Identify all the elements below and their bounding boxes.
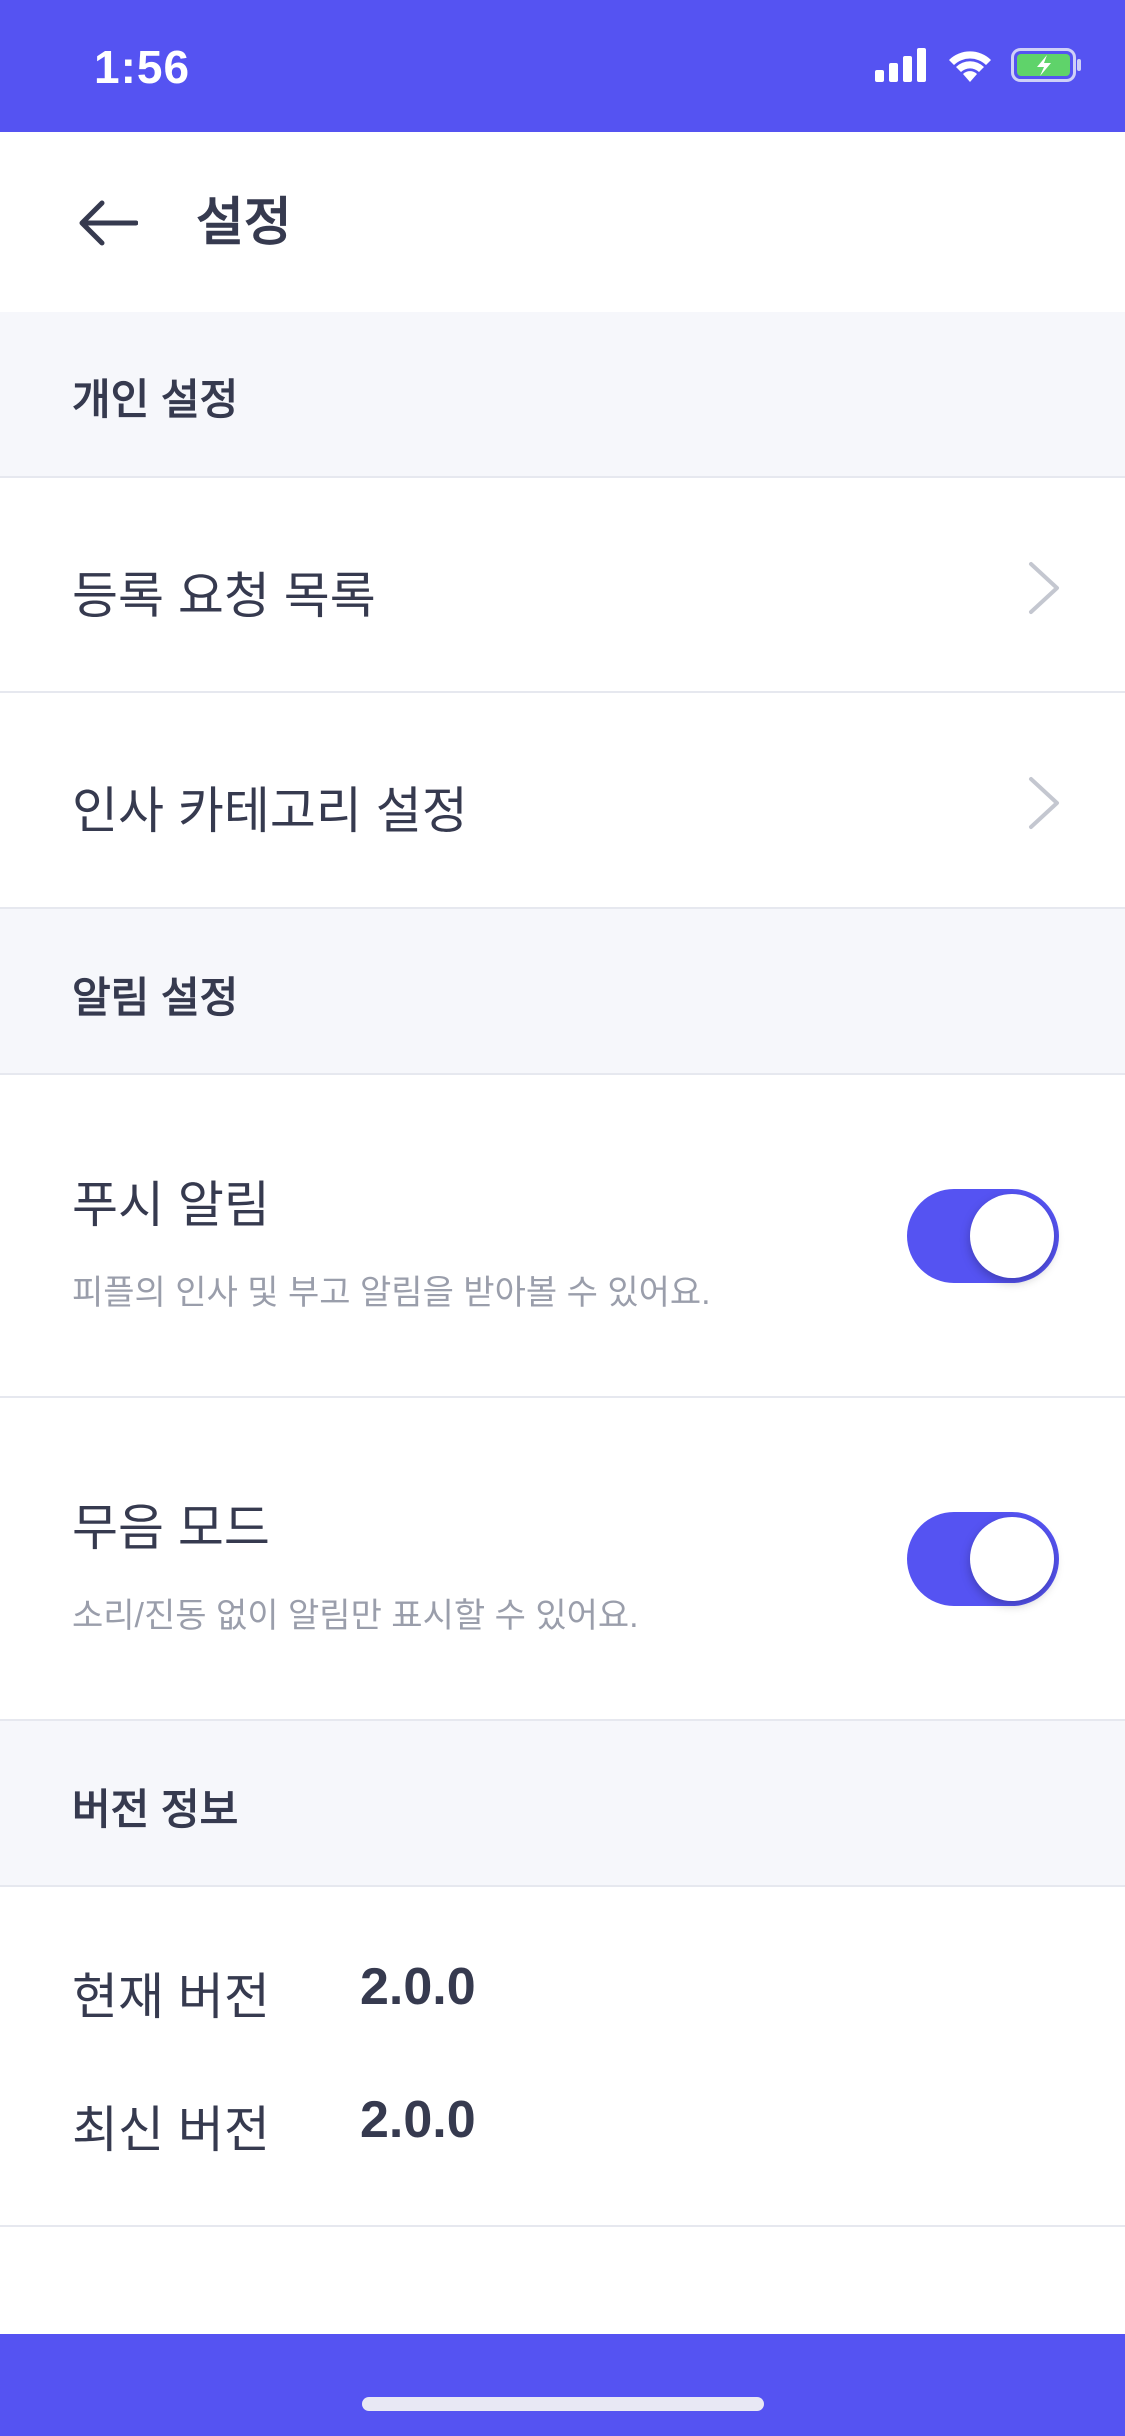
latest-version-label: 최신 버전 <box>72 2102 270 2158</box>
cellular-signal-icon <box>875 48 926 82</box>
section-title: 개인 설정 <box>72 376 239 423</box>
section-header-notifications: 알림 설정 <box>0 909 1125 1075</box>
section-header-version: 버전 정보 <box>0 1721 1125 1887</box>
battery-charging-icon <box>1011 48 1081 82</box>
current-version-label: 현재 버전 <box>72 1969 270 2025</box>
silent-mode-item: 무음 모드 소리/진동 없이 알림만 표시할 수 있어요. <box>0 1398 1125 1721</box>
row-label: 푸시 알림 <box>72 1177 270 1233</box>
toggle-knob <box>970 1517 1054 1601</box>
status-time: 1:56 <box>94 41 191 93</box>
status-bar: 1:56 <box>0 0 1125 132</box>
push-notification-item: 푸시 알림 피플의 인사 및 부고 알림을 받아볼 수 있어요. <box>0 1075 1125 1398</box>
nav-bar: 설정 <box>0 132 1125 314</box>
row-label: 무음 모드 <box>72 1500 270 1556</box>
back-button[interactable] <box>66 190 150 256</box>
greeting-category-settings-item[interactable]: 인사 카테고리 설정 <box>0 693 1125 909</box>
wifi-icon <box>949 51 991 82</box>
registration-requests-item[interactable]: 등록 요청 목록 <box>0 478 1125 693</box>
home-bar <box>0 2334 1125 2436</box>
chevron-right-icon <box>1029 777 1059 829</box>
version-info: 현재 버전 2.0.0 최신 버전 2.0.0 <box>0 1887 1125 2227</box>
current-version-value: 2.0.0 <box>360 1958 476 2016</box>
row-description: 소리/진동 없이 알림만 표시할 수 있어요. <box>72 1597 639 1635</box>
section-title: 버전 정보 <box>72 1786 239 1833</box>
push-notification-toggle[interactable] <box>907 1189 1059 1283</box>
section-title: 알림 설정 <box>72 974 239 1021</box>
home-indicator[interactable] <box>362 2397 764 2411</box>
row-description: 피플의 인사 및 부고 알림을 받아볼 수 있어요. <box>72 1274 711 1312</box>
page-title: 설정 <box>196 194 292 252</box>
section-header-personal: 개인 설정 <box>0 312 1125 478</box>
arrow-left-icon <box>79 200 138 246</box>
row-label: 등록 요청 목록 <box>72 568 376 624</box>
latest-version-value: 2.0.0 <box>360 2091 476 2149</box>
toggle-knob <box>970 1194 1054 1278</box>
row-label: 인사 카테고리 설정 <box>72 783 468 839</box>
status-icons <box>875 48 1083 82</box>
chevron-right-icon <box>1029 562 1059 614</box>
silent-mode-toggle[interactable] <box>907 1512 1059 1606</box>
